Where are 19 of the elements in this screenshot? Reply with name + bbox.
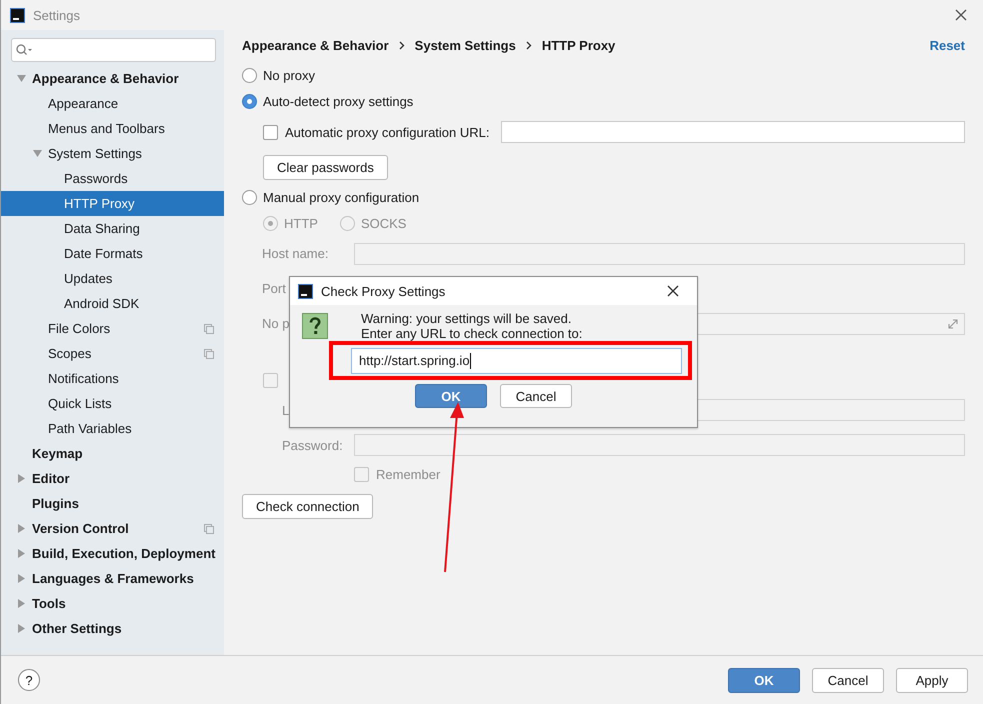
dialog-message: Warning: your settings will be saved. bbox=[361, 311, 573, 326]
field-label: No p bbox=[262, 316, 290, 331]
window-title: Settings bbox=[33, 8, 80, 22]
dialog-title: Check Proxy Settings bbox=[321, 284, 446, 298]
field-label: Password: bbox=[282, 438, 343, 452]
radio-label: Auto-detect proxy settings bbox=[263, 94, 414, 108]
breadcrumb-item: System Settings bbox=[414, 38, 516, 52]
field-label: Host name: bbox=[262, 246, 328, 261]
radio-label: Manual proxy configuration bbox=[263, 190, 420, 204]
radio-label: No proxy bbox=[263, 68, 316, 82]
field-label: L bbox=[282, 402, 290, 418]
radio-label: HTTP bbox=[284, 216, 318, 230]
breadcrumb-item: HTTP Proxy bbox=[542, 38, 616, 52]
dialog-message: Enter any URL to check connection to: bbox=[361, 326, 582, 341]
radio-label: SOCKS bbox=[360, 216, 406, 230]
breadcrumb-item: Appearance & Behavior bbox=[242, 38, 389, 52]
checkbox-label: Remember bbox=[376, 466, 440, 482]
field-label: Port bbox=[262, 281, 286, 296]
checkbox-label: Automatic proxy configuration URL: bbox=[285, 124, 490, 140]
